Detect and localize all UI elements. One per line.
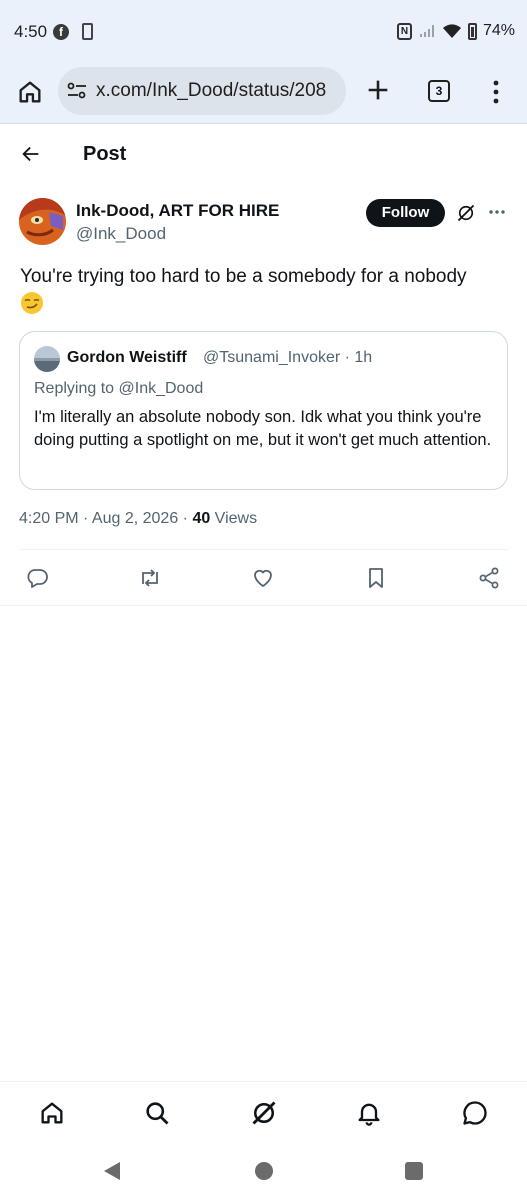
site-settings-icon[interactable]	[67, 82, 87, 100]
smirking-face-emoji	[21, 292, 43, 314]
search-icon[interactable]	[143, 1099, 171, 1127]
back-arrow-icon[interactable]	[20, 143, 42, 165]
divider	[0, 605, 527, 606]
like-icon[interactable]	[251, 566, 275, 590]
repost-icon[interactable]	[138, 566, 162, 590]
battery-icon	[467, 22, 477, 40]
replying-to-line: Replying to @Ink_Dood	[34, 380, 203, 398]
quoted-author-handle[interactable]: @Tsunami_Invoker · 1h	[203, 349, 372, 367]
post-header: Post	[0, 126, 527, 182]
status-bar: 4:50 f N 74%	[0, 0, 527, 64]
browser-toolbar: x.com/Ink_Dood/status/208 3	[0, 64, 527, 124]
app-notification-icon	[82, 23, 93, 40]
author-name[interactable]: Ink-Dood, ART FOR HIRE	[76, 201, 279, 221]
system-home-icon[interactable]	[255, 1162, 273, 1180]
facebook-icon: f	[53, 24, 69, 40]
messages-icon[interactable]	[461, 1099, 489, 1127]
grok-icon[interactable]	[250, 1099, 278, 1127]
quoted-post-text: I'm literally an absolute nobody son. Id…	[34, 408, 492, 449]
system-navigation	[0, 1143, 527, 1200]
author-avatar[interactable]	[19, 198, 66, 245]
nfc-icon: N	[396, 22, 412, 40]
reply-icon[interactable]	[25, 566, 49, 590]
post-timestamp: 4:20 PM · Aug 2, 2026 · 40 Views	[19, 510, 257, 528]
new-tab-icon[interactable]	[364, 76, 392, 104]
bookmark-icon[interactable]	[364, 566, 388, 590]
views-count: 40	[192, 510, 211, 527]
post-text: You're trying too hard to be a somebody …	[20, 266, 467, 287]
more-options-icon[interactable]	[488, 205, 506, 219]
quoted-author-avatar[interactable]	[34, 346, 60, 372]
url-text[interactable]: x.com/Ink_Dood/status/208	[96, 80, 340, 102]
system-back-icon[interactable]	[103, 1161, 121, 1181]
browser-menu-icon[interactable]	[486, 78, 506, 106]
battery-percent: 74%	[482, 22, 515, 39]
author-handle[interactable]: @Ink_Dood	[76, 224, 166, 244]
notifications-icon[interactable]	[355, 1099, 383, 1127]
page-title: Post	[83, 143, 127, 165]
home-icon[interactable]	[38, 1099, 66, 1127]
quoted-post[interactable]: Gordon Weistiff @Tsunami_Invoker · 1h Re…	[19, 331, 508, 490]
post-actions	[0, 560, 527, 596]
grok-icon[interactable]	[456, 203, 476, 223]
follow-button[interactable]: Follow	[366, 199, 445, 227]
wifi-icon	[442, 24, 461, 38]
share-icon[interactable]	[477, 566, 501, 590]
quoted-author-name[interactable]: Gordon Weistiff	[67, 349, 187, 367]
status-time: 4:50	[14, 22, 48, 41]
divider	[19, 549, 508, 550]
replying-to-handle[interactable]: @Ink_Dood	[119, 380, 204, 397]
views-label: Views	[210, 510, 258, 527]
status-right: N 74%	[396, 22, 515, 40]
timestamp-text[interactable]: 4:20 PM · Aug 2, 2026 ·	[19, 510, 192, 527]
tab-switcher-button[interactable]: 3	[428, 80, 450, 102]
browser-home-icon[interactable]	[16, 78, 44, 106]
signal-icon	[419, 25, 434, 37]
replying-to-prefix: Replying to	[34, 380, 119, 397]
bottom-navigation	[0, 1081, 527, 1143]
address-bar[interactable]: x.com/Ink_Dood/status/208	[58, 67, 346, 115]
system-recents-icon[interactable]	[405, 1162, 423, 1180]
